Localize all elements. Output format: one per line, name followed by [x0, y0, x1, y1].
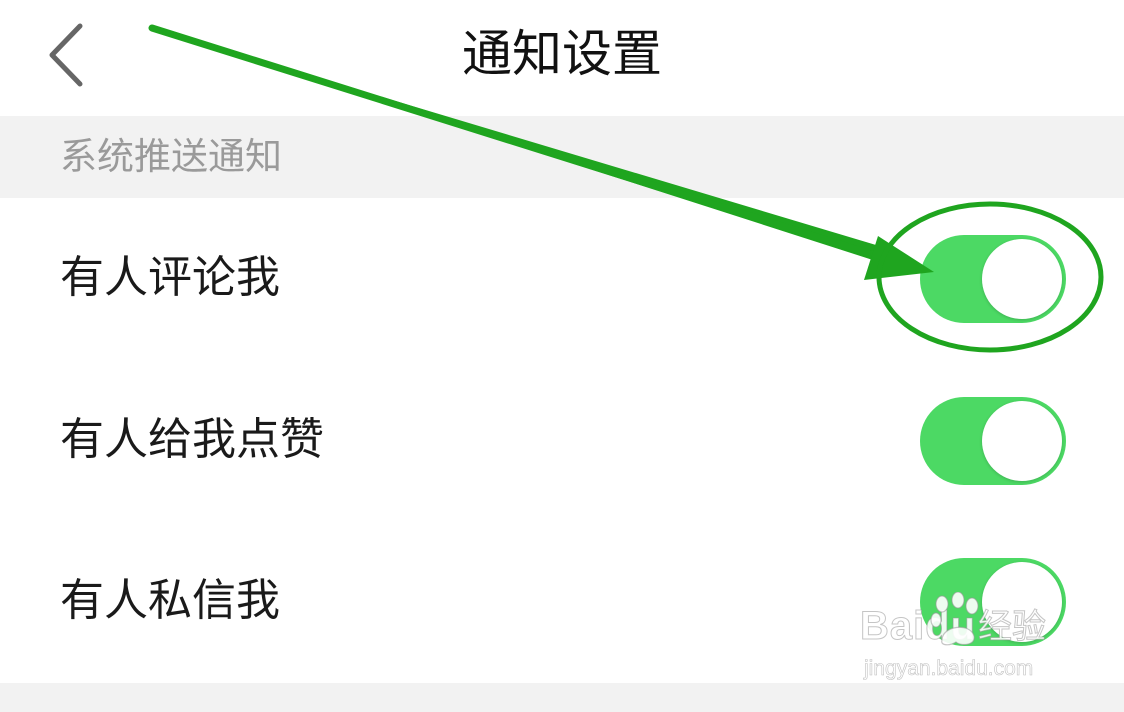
setting-label-comment: 有人评论我 [60, 252, 280, 303]
bottom-section-strip [0, 683, 1124, 712]
section-header: 系统推送通知 [0, 116, 1124, 198]
notification-settings-screen: 通知设置 系统推送通知 有人评论我 有人给我点赞 有人私信我 Baidu 经验 … [0, 0, 1124, 712]
setting-row-like: 有人给我点赞 [0, 360, 1124, 522]
setting-row-comment: 有人评论我 [0, 198, 1124, 360]
like-notification-toggle[interactable] [920, 397, 1066, 485]
toggle-knob [982, 401, 1062, 481]
nav-bar: 通知设置 [0, 0, 1124, 116]
toggle-knob [982, 562, 1062, 642]
comment-notification-toggle[interactable] [920, 235, 1066, 323]
page-title: 通知设置 [462, 25, 662, 83]
setting-label-message: 有人私信我 [60, 575, 280, 626]
message-notification-toggle[interactable] [920, 558, 1066, 646]
setting-row-message: 有人私信我 [0, 521, 1124, 683]
section-title: 系统推送通知 [60, 135, 282, 178]
toggle-knob [982, 239, 1062, 319]
setting-label-like: 有人给我点赞 [60, 414, 324, 465]
